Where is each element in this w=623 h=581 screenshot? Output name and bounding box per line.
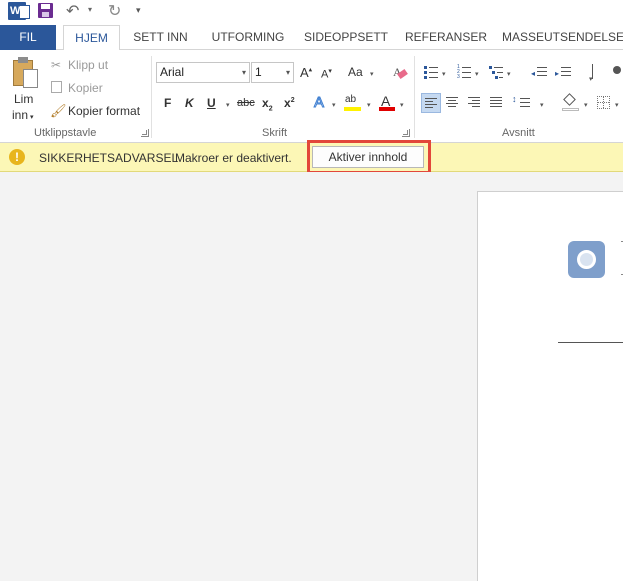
- align-right-button[interactable]: [465, 93, 485, 113]
- customize-qat-icon[interactable]: ▾: [136, 5, 141, 16]
- tab-mailings[interactable]: MASSEUTSENDELSER: [502, 25, 623, 50]
- underline-button[interactable]: U: [207, 96, 216, 110]
- font-size-combo[interactable]: 1 ▾: [251, 62, 294, 83]
- word-logo-icon[interactable]: W: [8, 2, 30, 20]
- security-warning-text: Makroer er deaktivert.: [175, 151, 292, 165]
- clipboard-group-label: Utklippstavle: [34, 127, 97, 139]
- group-divider: [151, 56, 152, 138]
- borders-icon[interactable]: [597, 96, 610, 109]
- document-horizontal-rule: [558, 342, 623, 343]
- quick-access-toolbar: W ↶ ▾ ↻ ▾: [0, 0, 623, 24]
- document-logo-icon: [568, 241, 605, 278]
- undo-dropdown-icon[interactable]: ▾: [88, 5, 92, 14]
- tab-file[interactable]: FIL: [0, 25, 56, 50]
- change-case-icon[interactable]: Aa: [348, 65, 363, 79]
- paste-button-line2[interactable]: inn ▾: [12, 108, 34, 122]
- tab-layout[interactable]: SIDEOPPSETT: [302, 25, 390, 50]
- undo-icon[interactable]: ↶: [66, 1, 79, 21]
- text-effects-icon[interactable]: A: [313, 94, 324, 112]
- copy-icon: [51, 81, 62, 93]
- tab-insert[interactable]: SETT INN: [128, 25, 193, 50]
- font-color-icon[interactable]: A: [379, 93, 395, 112]
- warning-icon: !: [9, 149, 25, 165]
- chevron-down-icon[interactable]: ▾: [370, 70, 374, 78]
- group-divider: [414, 56, 415, 138]
- bold-button[interactable]: F: [164, 96, 171, 110]
- show-formatting-icon[interactable]: [611, 64, 623, 80]
- paste-label-line2: inn: [12, 108, 29, 122]
- font-size-value: 1: [255, 65, 262, 79]
- save-icon[interactable]: [38, 3, 53, 18]
- enable-content-button[interactable]: Aktiver innhold: [312, 146, 424, 168]
- chevron-down-icon[interactable]: ▾: [332, 101, 336, 109]
- chevron-down-icon[interactable]: ▾: [286, 63, 290, 82]
- shading-icon[interactable]: [562, 93, 579, 112]
- format-painter-icon: 🖌: [50, 103, 67, 118]
- align-left-button[interactable]: [421, 93, 441, 113]
- justify-button[interactable]: [487, 93, 507, 113]
- document-area[interactable]: [0, 172, 623, 581]
- chevron-down-icon[interactable]: ▾: [540, 101, 544, 109]
- format-painter-button[interactable]: Kopier format: [68, 104, 140, 118]
- numbering-icon[interactable]: 123: [457, 65, 471, 80]
- italic-button[interactable]: K: [185, 96, 194, 110]
- superscript-button[interactable]: x2: [284, 96, 295, 110]
- tab-design[interactable]: UTFORMING: [205, 25, 291, 50]
- chevron-down-icon[interactable]: ▾: [584, 101, 588, 109]
- decrease-indent-icon[interactable]: ◂: [531, 66, 547, 78]
- paste-icon[interactable]: [10, 56, 40, 90]
- chevron-down-icon[interactable]: ▾: [507, 70, 511, 78]
- line-spacing-icon[interactable]: ↕: [512, 95, 532, 110]
- chevron-down-icon[interactable]: ▾: [442, 70, 446, 78]
- multilevel-list-icon[interactable]: [489, 65, 503, 79]
- subscript-button[interactable]: x2: [262, 96, 273, 112]
- chevron-down-icon[interactable]: ▾: [400, 101, 404, 109]
- sort-icon[interactable]: ▾: [588, 64, 598, 83]
- cut-button[interactable]: Klipp ut: [68, 58, 108, 72]
- highlight-color-icon[interactable]: ab: [344, 94, 362, 112]
- security-warning-title: SIKKERHETSADVARSEL: [39, 151, 179, 165]
- chevron-down-icon[interactable]: ▾: [226, 101, 230, 109]
- ribbon: Lim inn ▾ ✂ Klipp ut Kopier 🖌 Kopier form…: [0, 50, 623, 143]
- tab-references[interactable]: REFERANSER: [404, 25, 488, 50]
- tab-home[interactable]: HJEM: [63, 25, 120, 51]
- paste-dropdown-icon: ▾: [30, 114, 34, 121]
- align-center-button[interactable]: [443, 93, 463, 113]
- grow-font-icon[interactable]: A▴: [300, 65, 312, 80]
- font-launcher-icon[interactable]: [402, 129, 410, 137]
- copy-button[interactable]: Kopier: [68, 81, 103, 95]
- increase-indent-icon[interactable]: ▸: [555, 66, 571, 78]
- scissors-icon: ✂: [51, 58, 62, 72]
- clipboard-launcher-icon[interactable]: [141, 129, 149, 137]
- font-group-label: Skrift: [262, 127, 288, 139]
- chevron-down-icon[interactable]: ▾: [367, 101, 371, 109]
- bullets-icon[interactable]: [424, 65, 438, 79]
- shrink-font-icon[interactable]: A▾: [321, 67, 332, 81]
- font-name-value: Arial: [160, 65, 185, 79]
- font-name-combo[interactable]: Arial ▾: [156, 62, 250, 83]
- chevron-down-icon[interactable]: ▾: [242, 63, 246, 82]
- paragraph-group-label: Avsnitt: [502, 127, 535, 139]
- document-page[interactable]: [477, 191, 623, 581]
- paste-button[interactable]: Lim: [14, 92, 33, 106]
- chevron-down-icon[interactable]: ▾: [475, 70, 479, 78]
- strikethrough-button[interactable]: abc: [237, 97, 255, 109]
- ribbon-tabs: FIL HJEM SETT INN UTFORMING SIDEOPPSETT …: [0, 25, 623, 51]
- redo-icon[interactable]: ↻: [108, 1, 121, 21]
- clear-formatting-icon[interactable]: A: [391, 65, 408, 80]
- chevron-down-icon[interactable]: ▾: [615, 101, 619, 109]
